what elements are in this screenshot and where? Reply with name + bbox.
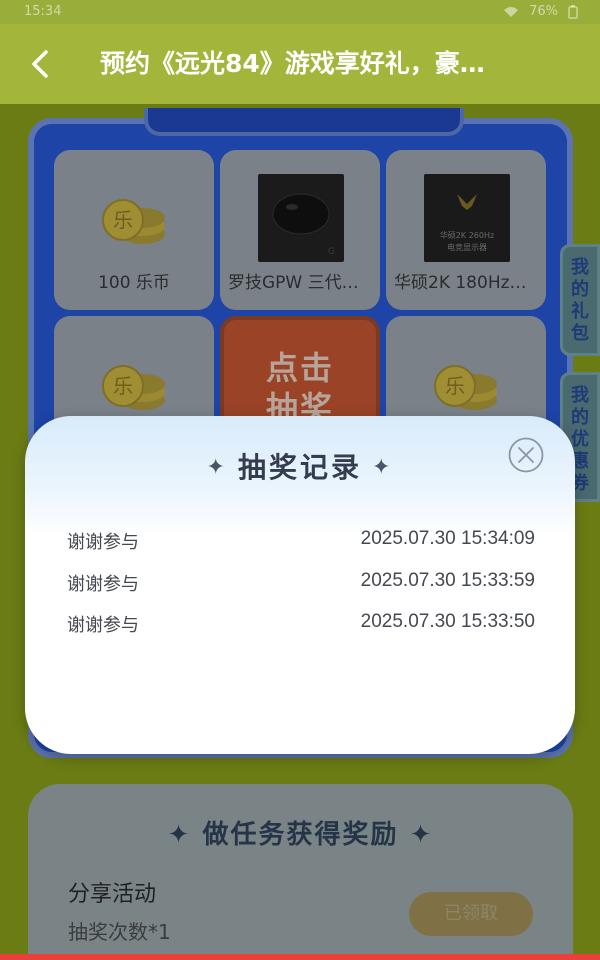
monitor-image: 华硕2K 260Hz 电竞显示器 — [424, 174, 510, 262]
svg-text:乐: 乐 — [113, 374, 133, 398]
task-card: ✦ 做任务获得奖励 ✦ 分享活动 抽奖次数*1 已领取 — [28, 784, 573, 960]
tab-char: 的 — [571, 279, 589, 300]
le-coin-icon: 乐 — [102, 199, 165, 244]
svg-text:乐: 乐 — [113, 208, 133, 232]
status-indicators: 76% — [503, 4, 578, 19]
page-title: 预约《远光84》游戏享好礼，豪礼等你拿 — [100, 49, 500, 78]
sparkle-icon: ✦ — [167, 820, 192, 850]
record-time: 2025.07.30 15:33:50 — [360, 611, 535, 632]
prize-cell: 华硕2K 260Hz 电竞显示器 华硕2K 180Hz电竞显示器 — [386, 150, 546, 310]
modal-title: ✦ 抽奖记录 ✦ — [25, 446, 575, 486]
record-list: 谢谢参与 2025.07.30 15:34:09 谢谢参与 2025.07.30… — [67, 528, 535, 653]
task-reward: 抽奖次数*1 — [68, 920, 171, 944]
prize-label: 100 乐币 — [98, 273, 170, 293]
record-row: 谢谢参与 2025.07.30 15:33:59 — [67, 570, 535, 612]
close-icon[interactable] — [507, 436, 545, 474]
my-gifts-tab[interactable]: 我 的 礼 包 — [560, 244, 600, 356]
tab-char: 包 — [571, 323, 589, 344]
draw-label-line1: 点击 — [265, 349, 334, 387]
task-name: 分享活动 — [68, 882, 157, 907]
prize-cell: G 罗技GPW 三代无线游戏鼠标 — [220, 150, 380, 310]
monitor-caption-2: 电竞显示器 — [447, 242, 487, 252]
sparkle-icon: ✦ — [372, 455, 394, 480]
tab-char: 礼 — [571, 301, 589, 322]
record-row: 谢谢参与 2025.07.30 15:33:50 — [67, 611, 535, 653]
record-row: 谢谢参与 2025.07.30 15:34:09 — [67, 528, 535, 570]
svg-text:G: G — [328, 247, 335, 257]
prize-label: 罗技GPW 三代无线游戏鼠标 — [228, 273, 380, 293]
modal-title-text: 抽奖记录 — [237, 451, 362, 484]
record-time: 2025.07.30 15:33:59 — [360, 569, 535, 591]
board-header-tab — [144, 108, 464, 136]
bottom-accent-bar — [0, 954, 600, 960]
draw-record-modal: ✦ 抽奖记录 ✦ 谢谢参与 2025.07.30 15:34:09 谢谢参与 202… — [25, 416, 575, 754]
status-time: 15:34 — [24, 4, 62, 19]
le-coin-icon: 乐 — [434, 365, 497, 410]
claimed-button[interactable]: 已领取 — [409, 892, 533, 936]
battery-level: 76% — [529, 4, 558, 19]
monitor-caption-1: 华硕2K 260Hz — [440, 230, 494, 240]
app-header: 预约《远光84》游戏享好礼，豪礼等你拿 — [0, 24, 600, 104]
back-arrow-icon[interactable] — [26, 46, 58, 82]
mouse-image: G — [258, 174, 344, 262]
sparkle-icon: ✦ — [409, 820, 434, 850]
svg-text:乐: 乐 — [445, 374, 465, 398]
tab-char: 我 — [571, 385, 589, 406]
battery-icon — [568, 4, 578, 19]
prize-label: 华硕2K 180Hz电竞显示器 — [394, 273, 546, 293]
task-section-title: ✦ 做任务获得奖励 ✦ — [28, 814, 573, 851]
tab-char: 的 — [571, 407, 589, 428]
record-result: 谢谢参与 — [67, 615, 139, 636]
monitor-illustration: 华硕2K 260Hz 电竞显示器 — [424, 174, 510, 262]
record-result: 谢谢参与 — [67, 532, 139, 553]
mouse-illustration: G — [272, 193, 335, 257]
status-bar: 15:34 76% — [0, 0, 600, 24]
record-time: 2025.07.30 15:34:09 — [360, 528, 535, 549]
sparkle-icon: ✦ — [206, 455, 228, 480]
prize-cell: 乐 100 乐币 — [54, 150, 214, 310]
record-result: 谢谢参与 — [67, 573, 139, 595]
wifi-icon — [504, 6, 519, 17]
le-coin-icon: 乐 — [102, 365, 165, 410]
tab-char: 我 — [571, 257, 589, 278]
task-title-text: 做任务获得奖励 — [202, 820, 399, 850]
